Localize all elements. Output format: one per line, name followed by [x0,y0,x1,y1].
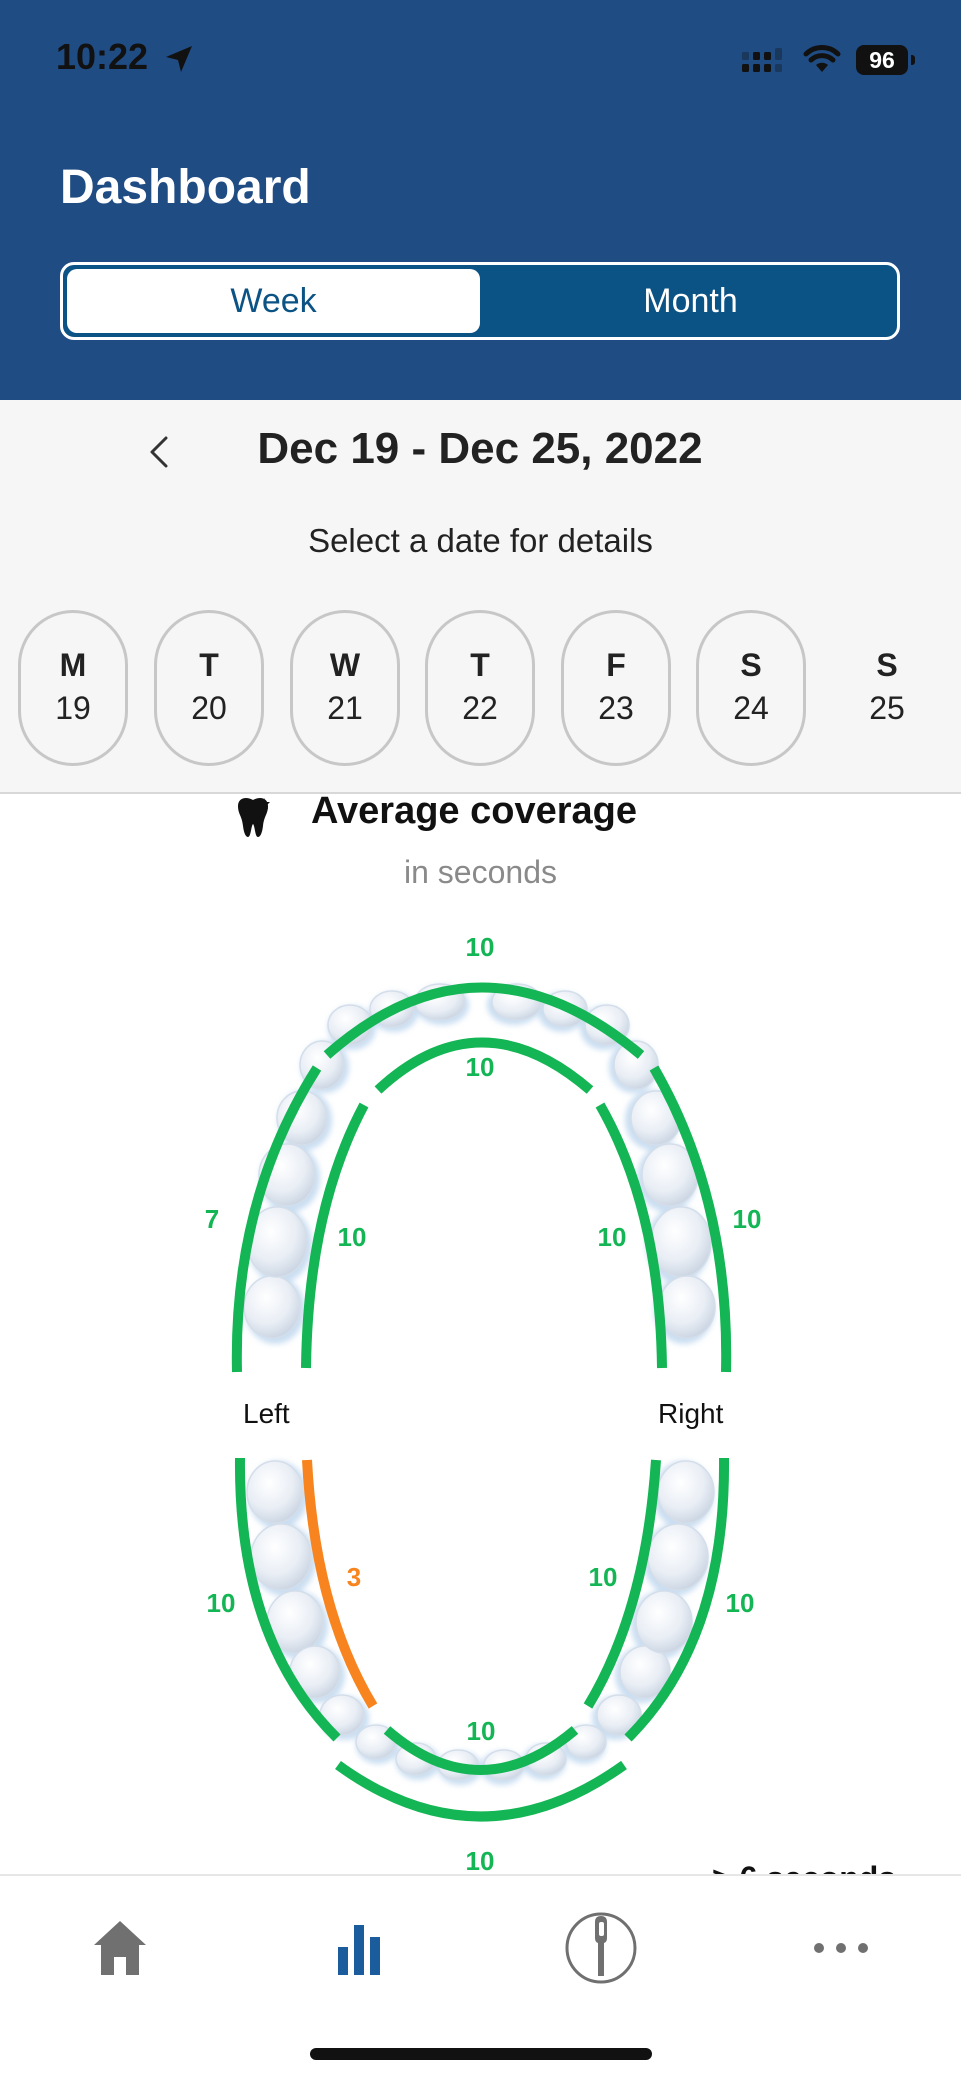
day-pill-sat[interactable]: S 24 [696,610,806,766]
bar-chart-icon [338,1925,380,1975]
label-lower-right-outer: 10 [726,1588,755,1618]
status-bar: 10:22 96 [0,0,961,120]
more-icon [814,1943,868,1953]
day-letter: T [470,647,490,683]
day-pill-fri[interactable]: F 23 [561,610,671,766]
day-pill-wed[interactable]: W 21 [290,610,400,766]
battery-level: 96 [869,46,895,73]
left-side-label: Left [243,1398,290,1429]
label-upper-front-outer: 10 [466,932,495,962]
day-number: 25 [869,690,905,727]
chevron-left-icon[interactable] [140,432,180,472]
day-pill-tue[interactable]: T 20 [154,610,264,766]
wifi-icon [803,45,841,72]
day-number: 20 [191,690,227,727]
toothbrush-icon [565,1912,637,1984]
label-upper-left-outer: 7 [205,1204,219,1234]
day-pill-mon[interactable]: M 19 [18,610,128,766]
day-letter: S [876,647,898,683]
day-letter: F [606,647,626,683]
label-upper-left-inner: 10 [338,1222,367,1252]
right-side-label: Right [658,1398,724,1429]
battery-tip [911,55,915,65]
tab-month[interactable]: Month [484,265,897,337]
tab-home[interactable] [70,1908,170,1988]
home-indicator [310,2048,652,2060]
label-lower-left-outer: 10 [207,1588,236,1618]
label-upper-front-inner: 10 [466,1052,495,1082]
day-number: 22 [462,690,498,727]
signal-icon [742,48,782,72]
select-date-hint: Select a date for details [308,522,653,559]
status-time: 10:22 [56,36,149,77]
mouth-coverage-map: 10 10 7 10 10 10 10 10 10 10 10 3 [205,932,762,1876]
tab-week[interactable]: Week [67,269,480,333]
tab-dashboard[interactable] [310,1908,410,1988]
day-number: 23 [598,690,634,727]
tab-brush[interactable] [551,1908,651,1988]
tab-more[interactable] [791,1908,891,1988]
day-number: 21 [327,690,363,727]
day-letter: W [329,647,361,683]
label-upper-right-outer: 10 [733,1204,762,1234]
page-title: Dashboard [60,161,311,214]
label-lower-right-inner: 10 [589,1562,618,1592]
tooth-icon [238,798,270,837]
day-number: 24 [733,690,769,727]
label-lower-front-outer: 10 [466,1846,495,1876]
day-letter: T [199,647,219,683]
label-upper-right-inner: 10 [598,1222,627,1252]
battery-icon: 96 [856,45,908,75]
day-pill-sun[interactable]: S 25 [832,610,942,766]
day-number: 19 [55,690,91,727]
day-pill-thu[interactable]: T 22 [425,610,535,766]
label-lower-left-inner: 3 [347,1562,361,1592]
period-segmented-control: Week Month [60,262,900,340]
coverage-subtitle: in seconds [404,854,557,890]
coverage-title: Average coverage [311,790,638,832]
location-arrow-icon [166,46,192,72]
label-lower-front-inner: 10 [467,1716,496,1746]
day-letter: S [740,647,762,683]
day-letter: M [59,647,87,683]
home-icon [94,1921,146,1975]
date-range: Dec 19 - Dec 25, 2022 [257,424,703,473]
